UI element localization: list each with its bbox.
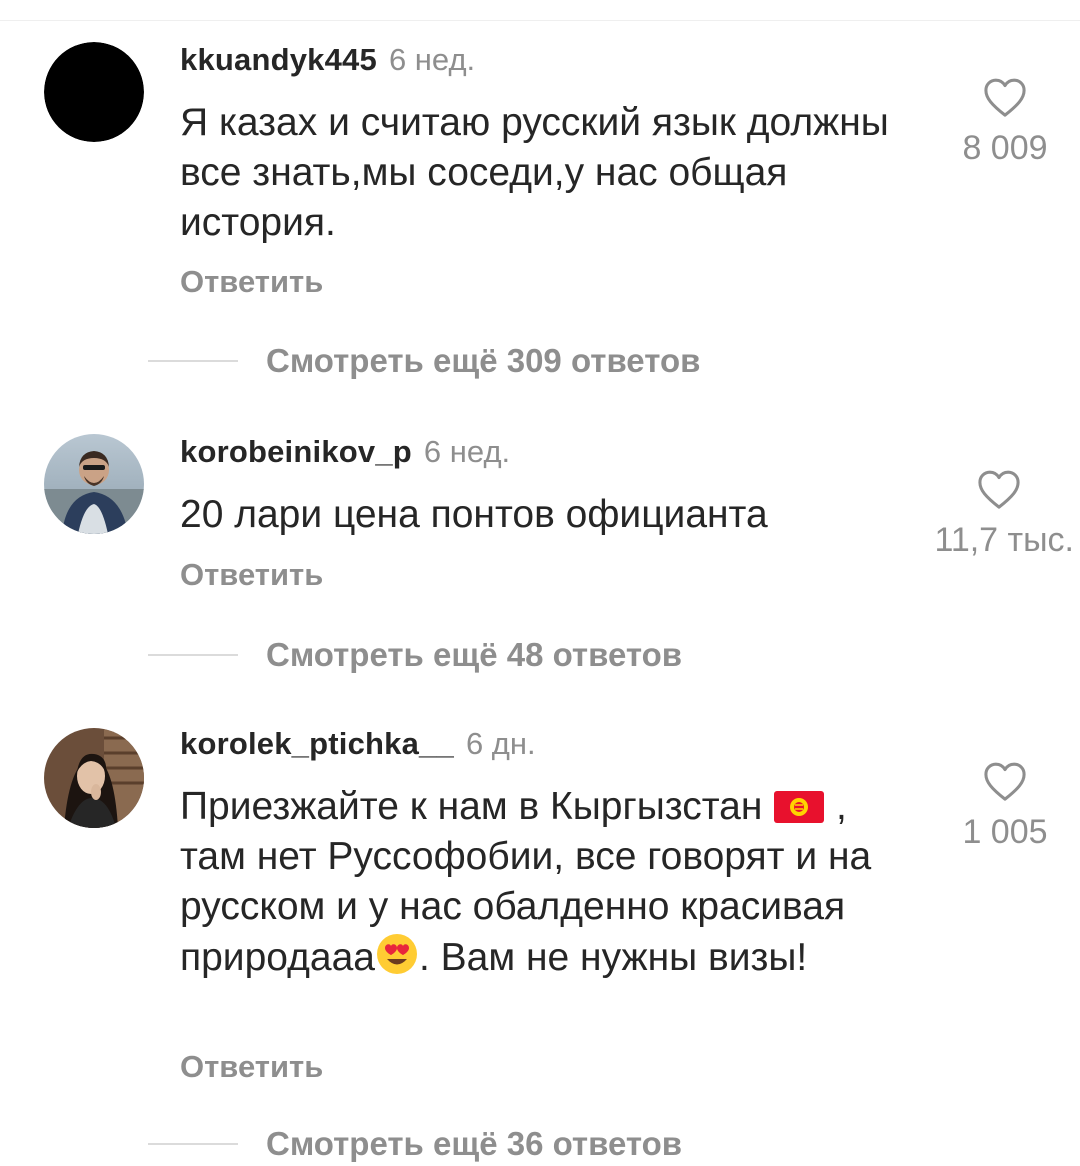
- heart-outline-icon[interactable]: [982, 760, 1028, 802]
- view-more-replies-label[interactable]: Смотреть ещё 48 ответов: [266, 633, 682, 677]
- username[interactable]: korolek_ptichka__: [180, 726, 454, 761]
- reply-button[interactable]: Ответить: [180, 1047, 323, 1087]
- avatar[interactable]: [44, 434, 144, 534]
- like-count: 11,7 тыс.: [934, 521, 1074, 559]
- kyrgyzstan-flag-emoji: [774, 791, 825, 823]
- replies-divider-line: [148, 1143, 238, 1145]
- timestamp: 6 нед.: [423, 434, 511, 469]
- comment-meta: korolek_ptichka__ 6 дн.: [180, 724, 536, 764]
- comment-text: Приезжайте к нам в Кыргызстан , там нет …: [180, 782, 920, 983]
- timestamp: 6 нед.: [388, 42, 476, 77]
- view-more-replies-label[interactable]: Смотреть ещё 36 ответов: [266, 1122, 682, 1166]
- like-count: 8 009: [962, 129, 1048, 167]
- view-more-replies[interactable]: Смотреть ещё 48 ответов: [148, 633, 1048, 677]
- comment-meta: korobeinikov_p 6 нед.: [180, 432, 510, 472]
- like-button[interactable]: 8 009: [930, 76, 1080, 168]
- timestamp: 6 дн.: [465, 726, 536, 761]
- view-more-replies[interactable]: Смотреть ещё 36 ответов: [148, 1122, 1048, 1166]
- comment-meta: kkuandyk445 6 нед.: [180, 40, 475, 80]
- heart-outline-icon[interactable]: [982, 76, 1028, 118]
- comment-text-part: Приезжайте к нам в Кыргызстан: [180, 785, 763, 828]
- comment-text: Я казах и считаю русский язык должны все…: [180, 101, 889, 244]
- username[interactable]: korobeinikov_p: [180, 434, 412, 469]
- like-count: 1 005: [962, 813, 1048, 851]
- like-button[interactable]: 11,7 тыс.: [910, 468, 1080, 560]
- avatar[interactable]: [44, 728, 144, 828]
- like-button[interactable]: 1 005: [930, 760, 1080, 852]
- view-more-replies[interactable]: Смотреть ещё 309 ответов: [148, 339, 1048, 383]
- reply-button[interactable]: Ответить: [180, 262, 323, 302]
- username[interactable]: kkuandyk445: [180, 42, 377, 77]
- avatar[interactable]: [44, 42, 144, 142]
- comment-text-part: . Вам не нужны визы!: [418, 936, 808, 979]
- view-more-replies-label[interactable]: Смотреть ещё 309 ответов: [266, 339, 700, 383]
- replies-divider-line: [148, 360, 238, 362]
- heart-eyes-emoji: [376, 934, 417, 974]
- heart-outline-icon[interactable]: [976, 468, 1022, 510]
- comment-text: 20 лари цена понтов официанта: [180, 493, 768, 536]
- replies-divider-line: [148, 654, 238, 656]
- top-divider: [0, 20, 1080, 21]
- reply-button[interactable]: Ответить: [180, 555, 323, 595]
